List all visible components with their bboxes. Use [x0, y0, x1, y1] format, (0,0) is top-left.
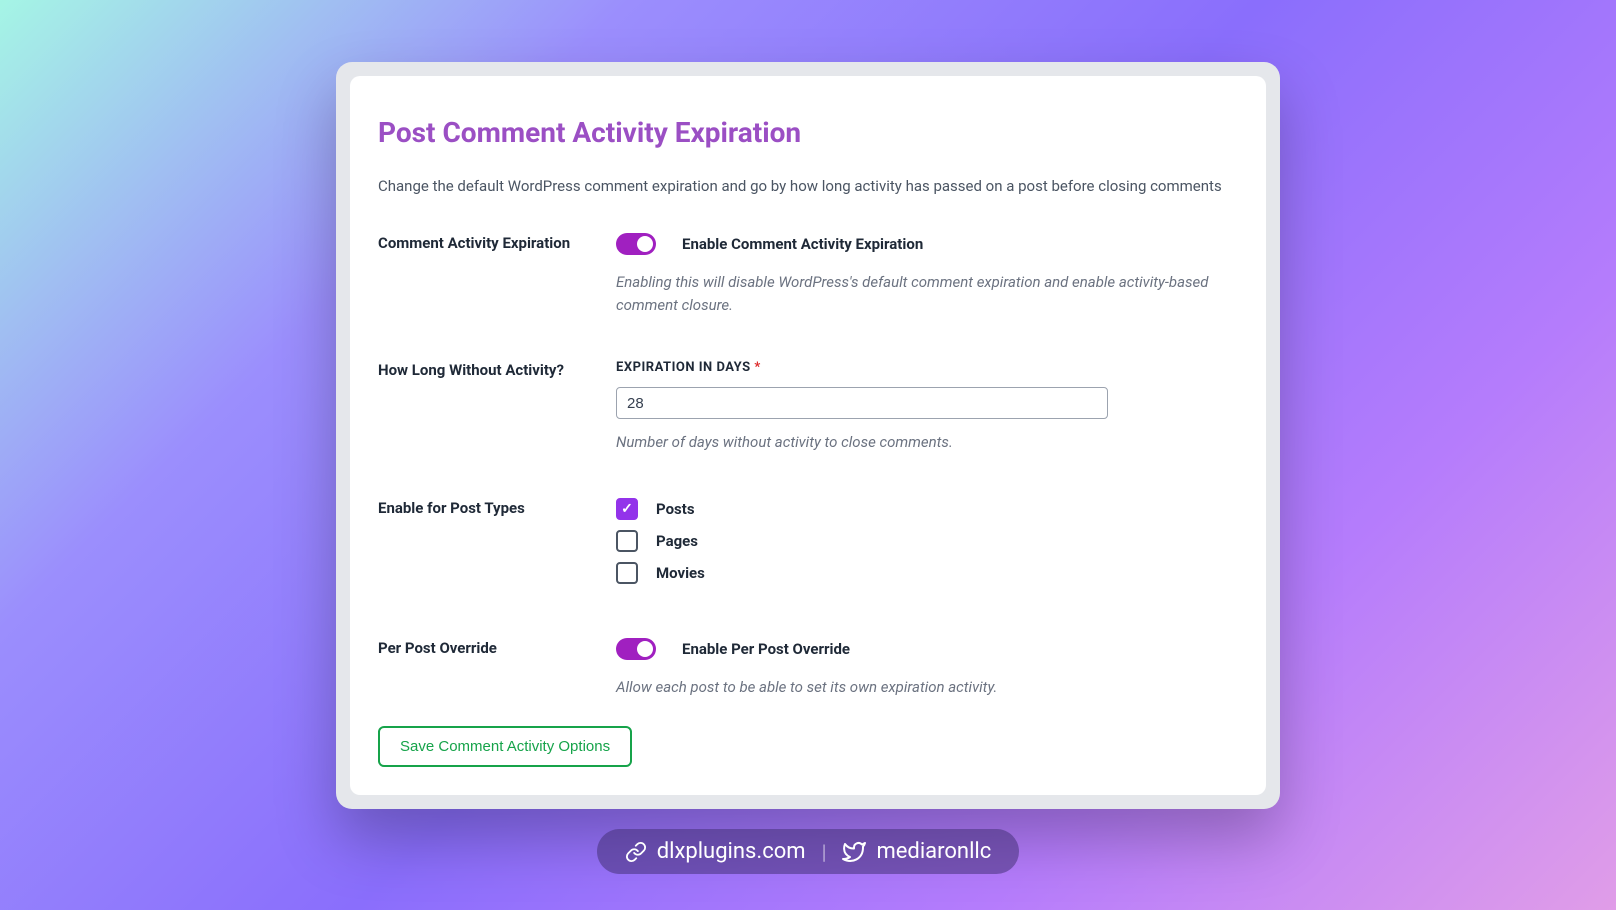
checkbox-pages[interactable] — [616, 530, 638, 552]
footer-separator: | — [822, 840, 827, 864]
footer-pill: dlxplugins.com | mediaronllc — [597, 829, 1020, 874]
page-title: Post Comment Activity Expiration — [378, 116, 1238, 149]
label-how-long: How Long Without Activity? — [378, 361, 564, 379]
field-activity-expiration: Comment Activity Expiration Enable Comme… — [378, 233, 1238, 316]
help-how-long: Number of days without activity to close… — [616, 431, 1238, 454]
required-marker: * — [754, 360, 760, 375]
toggle-label-activity-expiration: Enable Comment Activity Expiration — [682, 235, 923, 253]
twitter-icon — [842, 840, 866, 864]
field-per-post: Per Post Override Enable Per Post Overri… — [378, 638, 1238, 699]
page-subtitle: Change the default WordPress comment exp… — [378, 177, 1238, 195]
checkbox-posts[interactable] — [616, 498, 638, 520]
label-activity-expiration: Comment Activity Expiration — [378, 234, 570, 252]
settings-card: Post Comment Activity Expiration Change … — [350, 76, 1266, 795]
label-per-post: Per Post Override — [378, 639, 497, 657]
settings-card-outer: Post Comment Activity Expiration Change … — [336, 62, 1280, 809]
footer-link-twitter[interactable]: mediaronllc — [842, 839, 991, 864]
toggle-knob — [637, 641, 653, 657]
save-button[interactable]: Save Comment Activity Options — [378, 726, 632, 767]
help-activity-expiration: Enabling this will disable WordPress's d… — [616, 271, 1238, 316]
checkbox-movies[interactable] — [616, 562, 638, 584]
footer-link-site[interactable]: dlxplugins.com — [625, 839, 806, 864]
input-expiration-days[interactable] — [616, 387, 1108, 419]
toggle-activity-expiration[interactable] — [616, 233, 656, 255]
input-label-expiration-days: Expiration in Days * — [616, 360, 1238, 375]
field-how-long: How Long Without Activity? Expiration in… — [378, 360, 1238, 454]
checkbox-label-movies: Movies — [656, 564, 705, 582]
toggle-per-post[interactable] — [616, 638, 656, 660]
help-per-post: Allow each post to be able to set its ow… — [616, 676, 1238, 699]
checkbox-label-posts: Posts — [656, 500, 695, 518]
link-icon — [625, 841, 647, 863]
toggle-knob — [637, 236, 653, 252]
field-post-types: Enable for Post Types Posts Pages Movies — [378, 498, 1238, 594]
toggle-label-per-post: Enable Per Post Override — [682, 640, 850, 658]
checkbox-label-pages: Pages — [656, 532, 698, 550]
label-post-types: Enable for Post Types — [378, 499, 525, 517]
